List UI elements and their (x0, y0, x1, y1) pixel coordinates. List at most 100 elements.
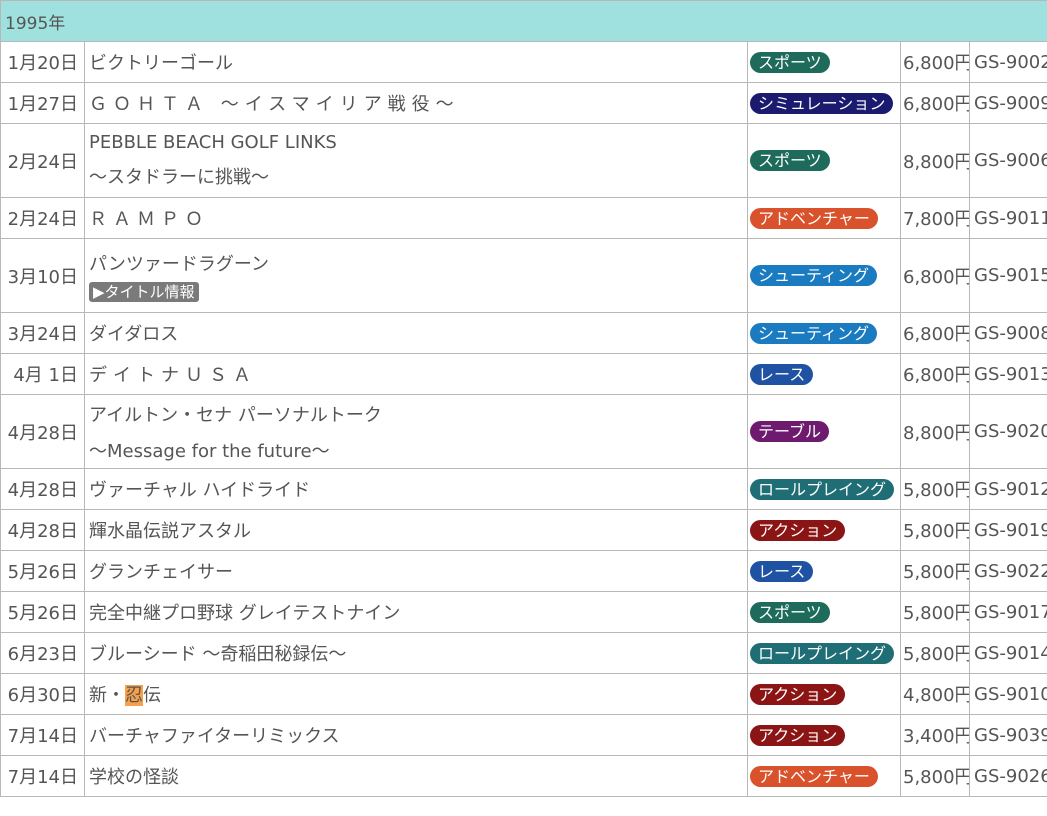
genre-badge: スポーツ (750, 51, 830, 73)
release-date: 2月24日 (0, 123, 85, 198)
game-title: グランチェイサー (89, 562, 233, 583)
product-code: GS-9039 (969, 714, 1047, 756)
table-row: 2月24日 PEBBLE BEACH GOLF LINKS ～スタドラーに挑戦～ スポ… (0, 123, 1047, 198)
game-title: ヴァーチャル ハイドライド (89, 480, 311, 501)
genre-cell: スポーツ (747, 591, 901, 633)
genre-cell: ロールプレイング (747, 468, 901, 510)
product-code: GS-9015 (969, 238, 1047, 313)
genre-cell: スポーツ (747, 123, 901, 198)
product-code: GS-9002 (969, 41, 1047, 83)
genre-badge: スポーツ (750, 150, 830, 171)
table-row: 7月14日 バーチャファイターリミックス アクション 3,400円 GS-9039 (0, 714, 1047, 756)
game-title: 完全中継プロ野球 グレイテストナイン (89, 603, 401, 624)
genre-badge: アドベンチャー (750, 765, 878, 787)
price: 6,800円 (900, 353, 970, 395)
genre-cell: レース (747, 550, 901, 592)
table-row: 4月28日 輝水晶伝説アスタル アクション 5,800円 GS-9019 (0, 509, 1047, 551)
release-table: 1995年 1月20日 ビクトリーゴール スポーツ 6,800円 GS-9002 1月27… (0, 0, 1047, 797)
price: 6,800円 (900, 238, 970, 313)
title-part: 忍 (125, 685, 143, 706)
table-row: 5月26日 グランチェイサー レース 5,800円 GS-9022 (0, 550, 1047, 592)
table-row: 2月24日 ＲＡＭＰＯ アドベンチャー 7,800円 GS-9011 (0, 197, 1047, 239)
genre-badge: ロールプレイング (750, 478, 895, 500)
genre-badge: テーブル (750, 421, 830, 442)
genre-badge: アクション (750, 724, 846, 746)
table-row: 3月24日 ダイダロス シューティング 6,800円 GS-9008 (0, 312, 1047, 354)
title-info-link[interactable]: ▶タイトル情報 (89, 281, 199, 302)
game-title-cell: PEBBLE BEACH GOLF LINKS ～スタドラーに挑戦～ (84, 123, 748, 198)
price: 6,800円 (900, 312, 970, 354)
price: 8,800円 (900, 123, 970, 198)
genre-badge: ロールプレイング (750, 642, 895, 664)
product-code: GS-9009 (969, 82, 1047, 124)
genre-cell: アクション (747, 509, 901, 551)
genre-cell: シューティング (747, 312, 901, 354)
genre-cell: ロールプレイング (747, 632, 901, 674)
price: 3,400円 (900, 714, 970, 756)
product-code: GS-9008 (969, 312, 1047, 354)
genre-cell: テーブル (747, 394, 901, 469)
game-title: デイトナＵＳＡ (89, 365, 257, 386)
price: 5,800円 (900, 755, 970, 797)
game-title-cell: パンツァードラグーン ▶タイトル情報 (84, 238, 748, 313)
game-title: ＧＯＨＴＡ ～イスマイリア戦役～ (89, 94, 460, 115)
table-row: 6月30日 新・忍伝 アクション 4,800円 GS-9010 (0, 673, 1047, 715)
game-title: パンツァードラグーン (89, 253, 269, 275)
price: 5,800円 (900, 468, 970, 510)
release-date: 7月14日 (0, 714, 85, 756)
genre-cell: シミュレーション (747, 82, 901, 124)
product-code: GS-9013 (969, 353, 1047, 395)
release-date: 4月28日 (0, 394, 85, 469)
product-code: GS-9012 (969, 468, 1047, 510)
year-header-row: 1995年 (0, 0, 1047, 42)
game-title: ブルーシード ～奇稲田秘録伝～ (89, 644, 347, 665)
genre-cell: アドベンチャー (747, 755, 901, 797)
title-part: 新・ (89, 685, 125, 706)
game-title-cell: ダイダロス (84, 312, 748, 354)
release-date: 6月23日 (0, 632, 85, 674)
table-row: 4月 1日 デイトナＵＳＡ レース 6,800円 GS-9013 (0, 353, 1047, 395)
genre-badge: アクション (750, 683, 846, 705)
game-title-cell: 輝水晶伝説アスタル (84, 509, 748, 551)
release-date: 5月26日 (0, 591, 85, 633)
release-date: 5月26日 (0, 550, 85, 592)
game-title-cell: 新・忍伝 (84, 673, 748, 715)
table-row: 7月14日 学校の怪談 アドベンチャー 5,800円 GS-9026 (0, 755, 1047, 797)
title-part: 伝 (143, 685, 161, 706)
game-title: 輝水晶伝説アスタル (89, 521, 251, 542)
game-title-cell: ヴァーチャル ハイドライド (84, 468, 748, 510)
genre-cell: シューティング (747, 238, 901, 313)
genre-badge: アクション (750, 519, 846, 541)
price: 6,800円 (900, 82, 970, 124)
genre-badge: レース (750, 363, 814, 385)
genre-badge: シューティング (750, 265, 878, 286)
price: 5,800円 (900, 509, 970, 551)
genre-badge: スポーツ (750, 601, 830, 623)
genre-badge: シューティング (750, 322, 878, 344)
price: 4,800円 (900, 673, 970, 715)
table-row: 4月28日 ヴァーチャル ハイドライド ロールプレイング 5,800円 GS-9012 (0, 468, 1047, 510)
product-code: GS-9019 (969, 509, 1047, 551)
table-row: 1月20日 ビクトリーゴール スポーツ 6,800円 GS-9002 (0, 41, 1047, 83)
release-date: 3月24日 (0, 312, 85, 354)
year-header: 1995年 (0, 0, 1047, 42)
genre-cell: スポーツ (747, 41, 901, 83)
game-title-cell: アイルトン・セナ パーソナルトーク ～Message for the future… (84, 394, 748, 469)
price: 7,800円 (900, 197, 970, 239)
release-date: 4月28日 (0, 509, 85, 551)
product-code: GS-9017 (969, 591, 1047, 633)
game-title-cell: ＲＡＭＰＯ (84, 197, 748, 239)
game-subtitle: ～Message for the future～ (89, 440, 330, 462)
genre-badge: シミュレーション (750, 92, 894, 114)
game-title-cell: ＧＯＨＴＡ ～イスマイリア戦役～ (84, 82, 748, 124)
game-title: バーチャファイターリミックス (89, 726, 340, 747)
product-code: GS-9020 (969, 394, 1047, 469)
release-date: 1月27日 (0, 82, 85, 124)
price: 6,800円 (900, 41, 970, 83)
release-date: 4月28日 (0, 468, 85, 510)
release-date: 2月24日 (0, 197, 85, 239)
genre-badge: レース (750, 560, 814, 582)
product-code: GS-9006 (969, 123, 1047, 198)
table-row: 3月10日 パンツァードラグーン ▶タイトル情報 シューティング 6,800円 GS-90… (0, 238, 1047, 313)
table-row: 4月28日 アイルトン・セナ パーソナルトーク ～Message for the f… (0, 394, 1047, 469)
